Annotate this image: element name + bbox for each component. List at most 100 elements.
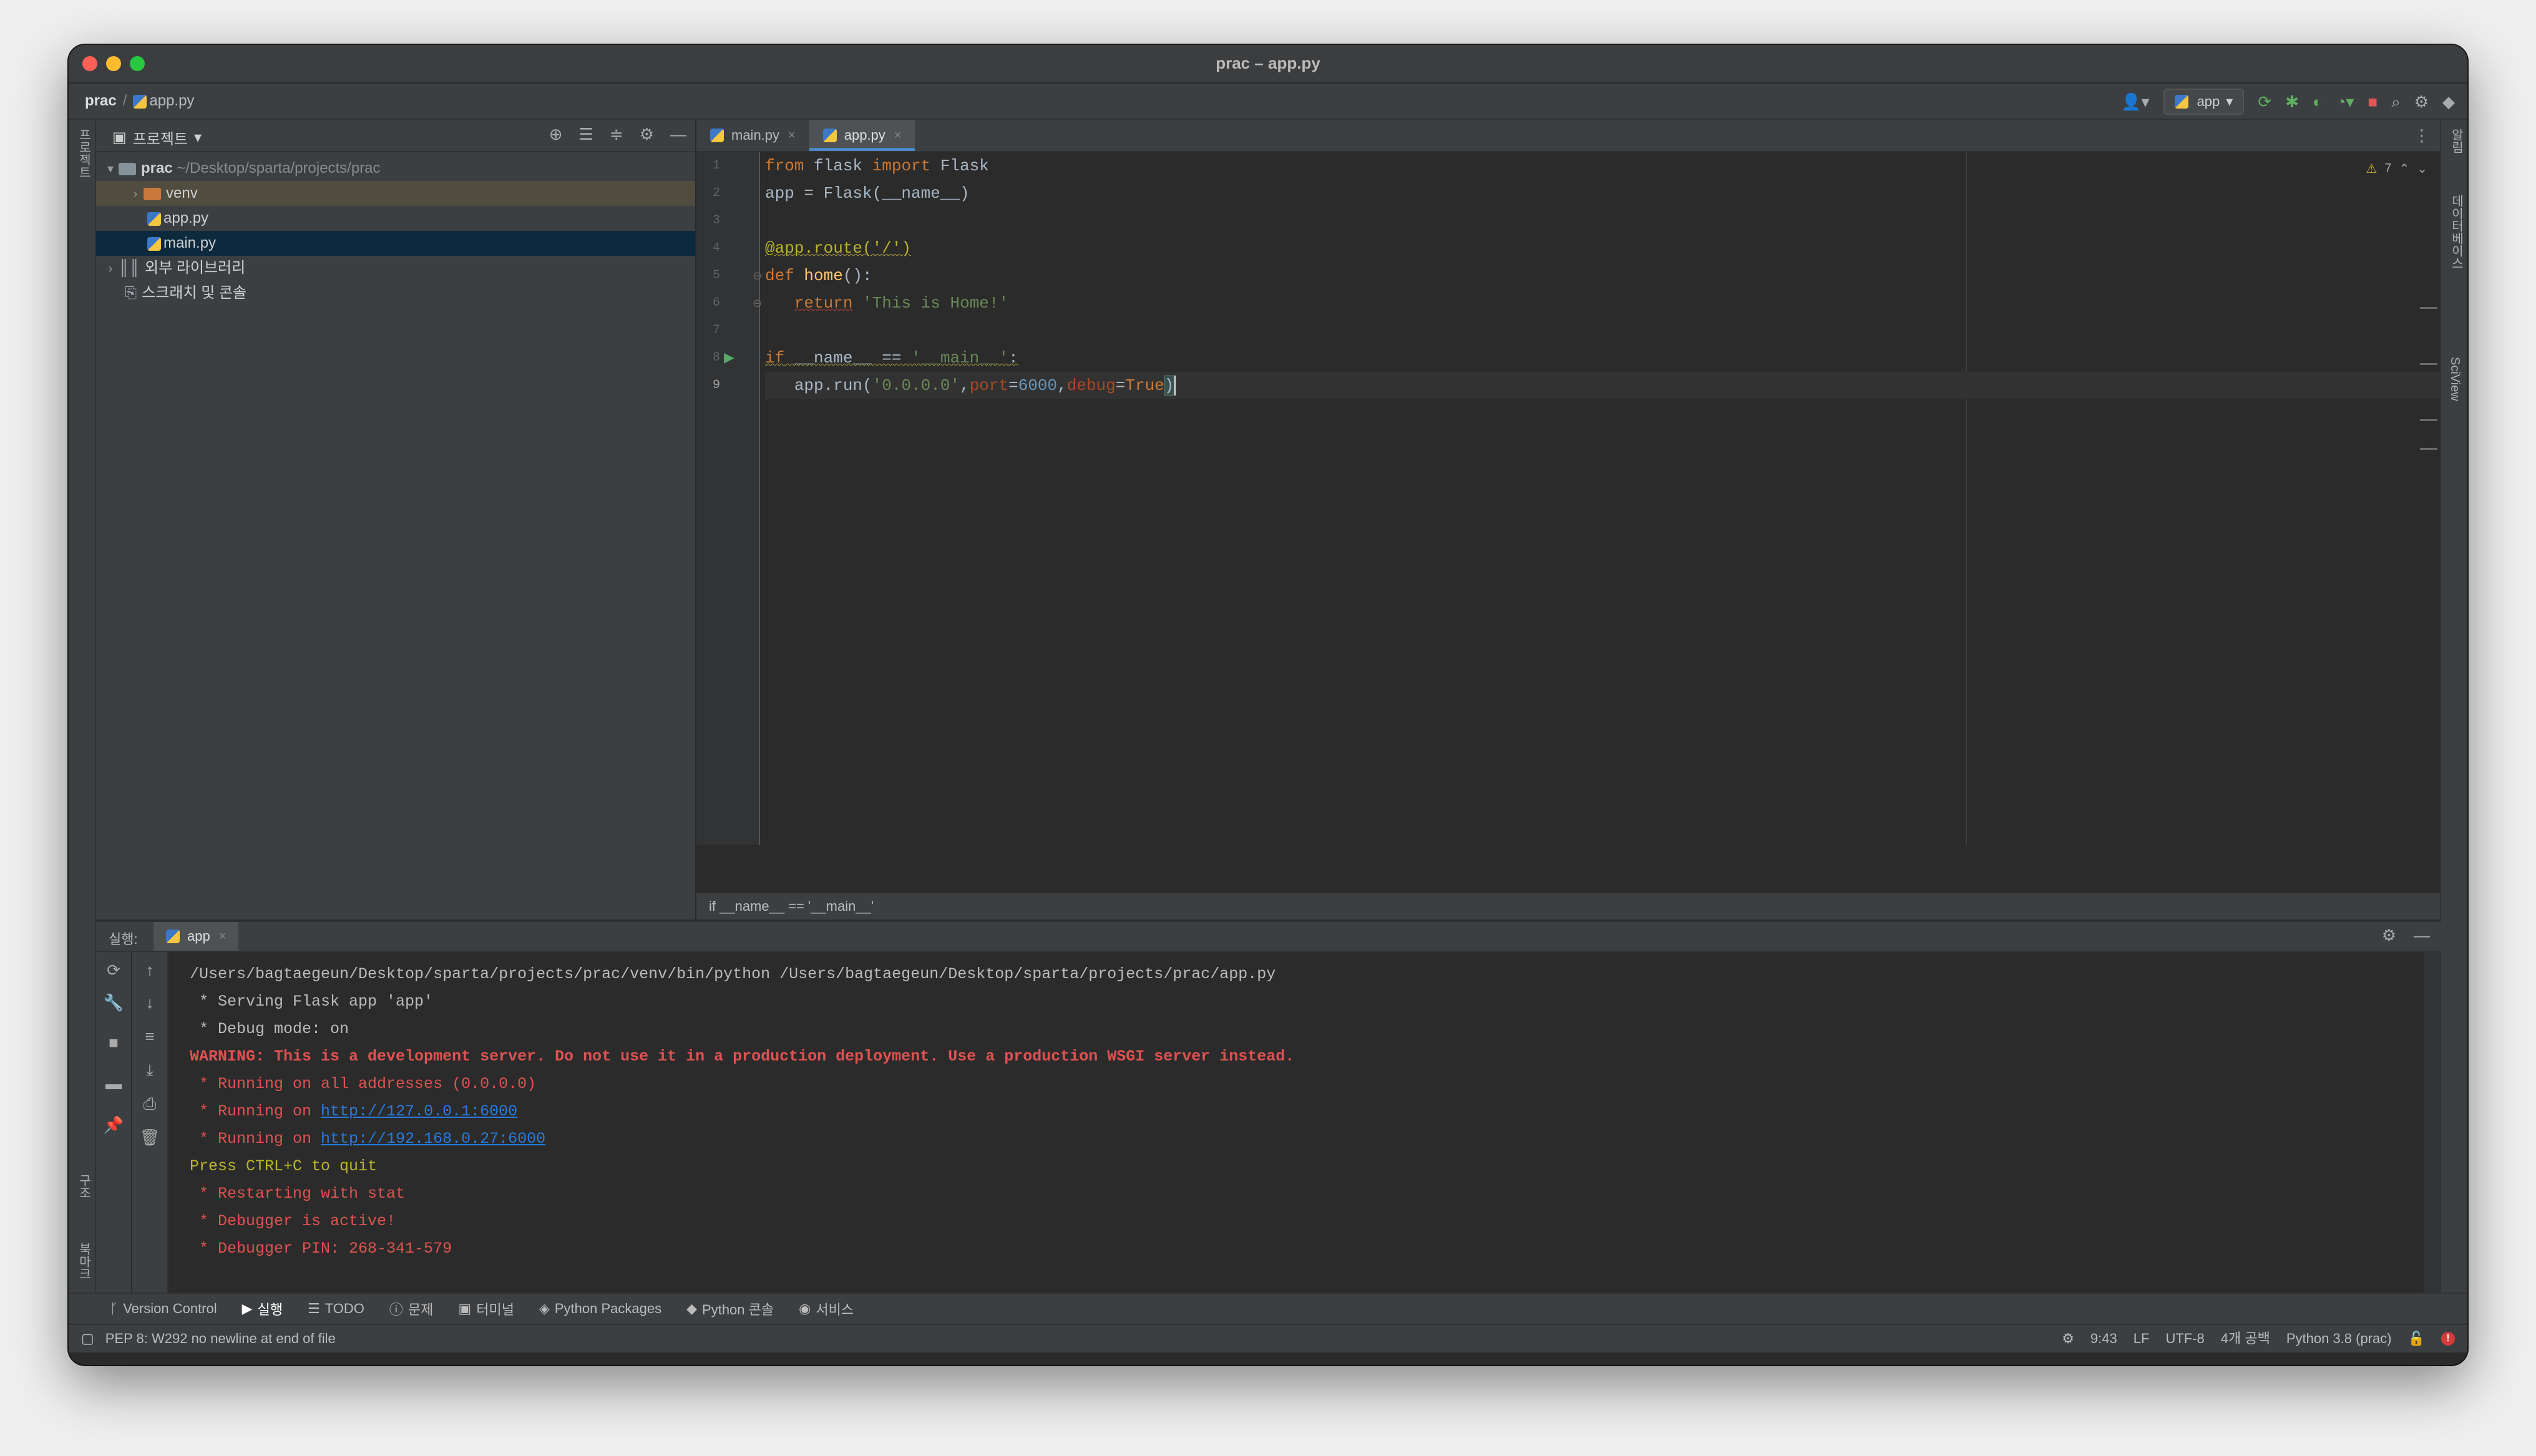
- close-icon[interactable]: ×: [219, 929, 227, 944]
- error-notification-icon[interactable]: !: [2441, 1332, 2455, 1346]
- project-view-select[interactable]: ▣ 프로젝트 ▾: [112, 127, 202, 148]
- tree-item-app-py[interactable]: app.py: [96, 206, 695, 231]
- bookmarks-tool-tab[interactable]: 북마크: [75, 1243, 93, 1280]
- tool-tab-problems[interactable]: ⓘ 문제: [389, 1299, 434, 1319]
- run-tab-app[interactable]: app ×: [154, 922, 239, 951]
- search-icon[interactable]: ⌕: [2391, 89, 2401, 114]
- console-scrollbar[interactable]: [2424, 952, 2441, 1293]
- rerun-icon[interactable]: ⟳: [96, 961, 131, 980]
- tool-tab-services[interactable]: ◉ 서비스: [799, 1299, 854, 1319]
- hide-icon[interactable]: —: [2414, 926, 2430, 945]
- tree-item-main-py[interactable]: main.py: [96, 231, 695, 256]
- indent-setting[interactable]: 4개 공백: [2221, 1325, 2270, 1352]
- tree-item-external-libraries[interactable]: › ║║ 외부 라이브러리: [96, 256, 695, 281]
- collapse-all-icon[interactable]: ≑: [610, 125, 623, 144]
- line-separator[interactable]: LF: [2134, 1325, 2150, 1352]
- python-interpreter[interactable]: Python 3.8 (prac): [2286, 1325, 2392, 1352]
- close-icon[interactable]: ×: [788, 129, 796, 143]
- structure-tool-tab[interactable]: 구조: [75, 1174, 93, 1199]
- status-message[interactable]: PEP 8: W292 no newline at end of file: [105, 1325, 336, 1352]
- expand-all-icon[interactable]: ☰: [579, 125, 593, 144]
- wrench-icon[interactable]: 🔧: [96, 993, 131, 1012]
- sciview-tool-tab[interactable]: SciView: [2447, 357, 2462, 401]
- error-stripe-mark[interactable]: [2420, 448, 2437, 450]
- file-encoding[interactable]: UTF-8: [2165, 1325, 2204, 1352]
- tool-tab-todo[interactable]: ☰ TODO: [308, 1301, 364, 1317]
- chevron-right-icon[interactable]: ›: [102, 256, 119, 281]
- run-toolbar-primary: ⟳ 🔧 ■ ▬ 📌: [96, 952, 131, 1293]
- trash-icon[interactable]: 🗑: [132, 1128, 167, 1147]
- pin-icon[interactable]: 📌: [96, 1115, 131, 1135]
- tool-tab-terminal[interactable]: ▣ 터미널: [458, 1299, 514, 1319]
- more-vertical-icon[interactable]: ⋮: [2414, 126, 2430, 145]
- console-line: /Users/bagtaegeun/Desktop/sparta/project…: [190, 965, 1276, 983]
- debug-icon[interactable]: ✱: [2285, 89, 2299, 114]
- error-stripe-mark[interactable]: [2420, 363, 2437, 365]
- inspection-widget[interactable]: ⚠ 7 ⌃ ⌄: [2366, 161, 2427, 177]
- project-tool-tab[interactable]: 프로젝트: [75, 129, 93, 178]
- print-icon[interactable]: ⎙: [132, 1094, 167, 1114]
- run-gutter-icon[interactable]: ▶: [724, 349, 734, 366]
- ide-window: prac – app.py prac / app.py 👤▾ app ▾ ⟳ ✱…: [69, 45, 2467, 1365]
- breadcrumb-project[interactable]: prac: [85, 92, 117, 110]
- database-tool-tab[interactable]: 데이터베이스: [2447, 195, 2465, 269]
- arrow-down-icon[interactable]: ↓: [132, 993, 167, 1012]
- editor-gutter[interactable]: 1 2 3 4 5 6 7 8 9 ▶ ⊖ ⊖: [696, 152, 762, 845]
- python-file-icon: [147, 211, 161, 226]
- hide-icon[interactable]: —: [670, 125, 686, 144]
- line-number: 5: [712, 268, 720, 283]
- gear-icon[interactable]: ⚙: [640, 125, 654, 144]
- locate-icon[interactable]: ⊕: [549, 125, 563, 144]
- tool-tab-version-control[interactable]: ᚴ Version Control: [110, 1301, 217, 1317]
- tool-tab-python-packages[interactable]: ◈ Python Packages: [539, 1301, 661, 1317]
- caret-position[interactable]: 9:43: [2090, 1325, 2117, 1352]
- breadcrumb-file[interactable]: app.py: [133, 92, 194, 110]
- fold-icon[interactable]: ⊖: [753, 269, 762, 283]
- run-config-select[interactable]: app ▾: [2163, 89, 2245, 115]
- tool-tab-python-console[interactable]: ◆ Python 콘솔: [686, 1299, 774, 1319]
- tab-app-py[interactable]: app.py ×: [809, 120, 915, 151]
- console-output[interactable]: /Users/bagtaegeun/Desktop/sparta/project…: [190, 961, 2416, 1263]
- error-stripe-mark[interactable]: [2420, 419, 2437, 421]
- arrow-up-icon[interactable]: ↑: [132, 961, 167, 980]
- error-stripe-mark[interactable]: [2420, 307, 2437, 309]
- layout-toggle-icon[interactable]: ▢: [81, 1325, 94, 1352]
- tree-item-venv[interactable]: › venv: [96, 181, 695, 206]
- background-tasks-icon[interactable]: ⚙: [2062, 1325, 2074, 1352]
- coverage-icon[interactable]: ◐: [2313, 89, 2323, 114]
- code-editor[interactable]: from flask import Flask app = Flask(__na…: [765, 152, 2440, 845]
- tool-tab-run[interactable]: ▶ 실행: [242, 1299, 283, 1319]
- lock-icon[interactable]: 🔓: [2408, 1325, 2425, 1352]
- gear-icon[interactable]: ⚙: [2414, 89, 2429, 114]
- close-icon[interactable]: ×: [894, 129, 902, 143]
- chevron-up-icon[interactable]: ⌃: [2399, 161, 2409, 177]
- run-panel: 실행: app × ⚙ — ⟳ 🔧 ■ ▬ 📌 ↑ ↓ ≡ ⤓ ⎙ 🗑 /Use…: [96, 921, 2441, 1293]
- user-icon[interactable]: 👤▾: [2121, 89, 2149, 114]
- tree-item-scratches[interactable]: ⎘ 스크래치 및 콘솔: [96, 281, 695, 306]
- project-panel: ▣ 프로젝트 ▾ ⊕ ☰ ≑ ⚙ — ▾ prac ~/Desktop/spart…: [96, 120, 696, 920]
- tree-item-root[interactable]: ▾ prac ~/Desktop/sparta/projects/prac: [96, 156, 695, 181]
- console-link[interactable]: http://192.168.0.27:6000: [321, 1130, 545, 1148]
- layout-icon[interactable]: ▬: [96, 1074, 131, 1094]
- console-link[interactable]: http://127.0.0.1:6000: [321, 1102, 517, 1120]
- soft-wrap-icon[interactable]: ≡: [132, 1027, 167, 1046]
- chevron-down-icon[interactable]: ▾: [102, 157, 119, 182]
- notifications-tool-tab[interactable]: 알림: [2447, 129, 2465, 153]
- tab-main-py[interactable]: main.py ×: [696, 120, 809, 151]
- chevron-down-icon[interactable]: ⌄: [2417, 161, 2427, 177]
- rerun-icon[interactable]: ⟳: [2258, 89, 2271, 114]
- tool-tab-label: Python Packages: [554, 1301, 662, 1316]
- gear-icon[interactable]: ⚙: [2382, 926, 2396, 945]
- chevron-right-icon[interactable]: ›: [127, 182, 144, 206]
- jetbrains-logo-icon[interactable]: ◆: [2442, 89, 2455, 114]
- editor-breadcrumb-footer[interactable]: if __name__ == '__main__': [696, 892, 2440, 920]
- text-caret: [1174, 376, 1176, 396]
- fold-icon[interactable]: ⊖: [753, 297, 762, 310]
- console-line: * Running on http://127.0.0.1:6000: [190, 1102, 518, 1120]
- line-number: 9: [712, 378, 720, 392]
- stop-icon[interactable]: ■: [2368, 89, 2378, 114]
- stop-icon[interactable]: ■: [96, 1033, 131, 1052]
- line-number: 2: [712, 186, 720, 200]
- profile-icon[interactable]: ◔▾: [2336, 89, 2354, 114]
- scroll-to-end-icon[interactable]: ⤓: [132, 1060, 167, 1080]
